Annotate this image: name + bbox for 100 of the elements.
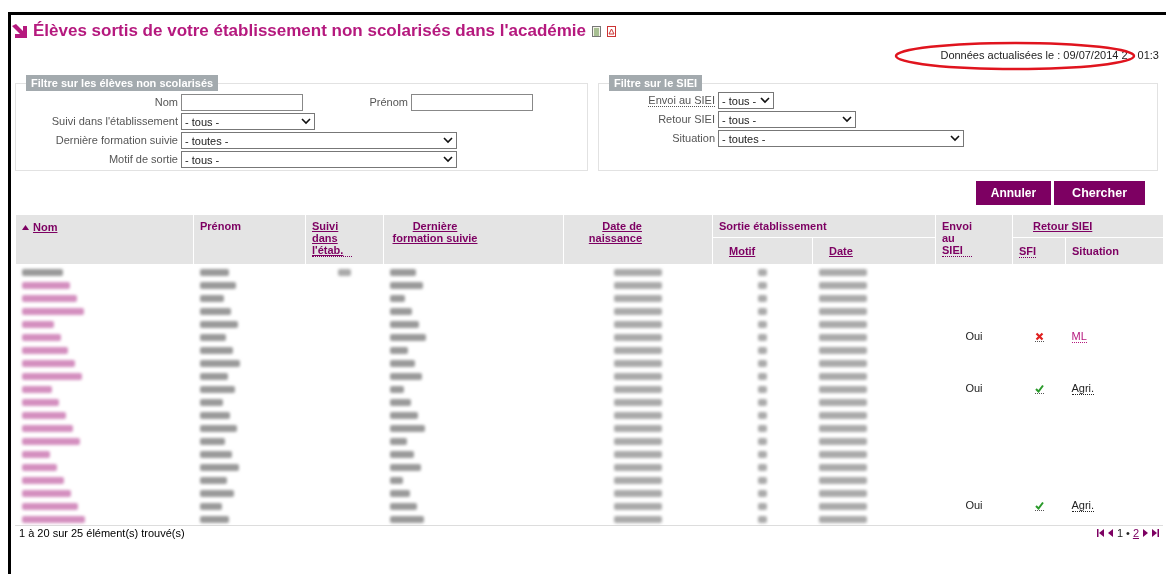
redacted-text (818, 268, 867, 276)
redacted-text (614, 424, 662, 432)
redacted-text (199, 411, 230, 419)
redacted-text (389, 450, 414, 458)
text-field[interactable] (181, 94, 303, 111)
dropdown[interactable]: - toutes - (181, 132, 457, 149)
table-cell: Oui (965, 382, 983, 394)
caret-icon (301, 118, 311, 125)
redacted-text (614, 294, 662, 302)
redacted-text (818, 463, 867, 471)
column-header-link[interactable]: Retour SIEI (1033, 220, 1093, 232)
redacted-text (818, 398, 867, 406)
redacted-text (818, 359, 867, 367)
redacted-text (818, 411, 867, 419)
caret-icon (443, 137, 453, 144)
redacted-text (818, 489, 867, 497)
spreadsheet-icon[interactable] (592, 25, 601, 37)
redacted-text (199, 294, 224, 302)
redacted-text (199, 359, 240, 367)
column-header: SFI (1019, 245, 1037, 258)
redacted-text (389, 489, 410, 497)
redacted-text (199, 281, 236, 289)
next-page-icon[interactable] (1142, 529, 1149, 537)
dropdown[interactable]: - tous - (718, 111, 856, 128)
caret-icon (842, 116, 852, 123)
redacted-text (389, 502, 417, 510)
redacted-text (389, 385, 404, 393)
redacted-text (614, 411, 662, 419)
caret-icon (443, 156, 453, 163)
situation-abbreviation: Agri. (1071, 382, 1095, 395)
column-header-link[interactable]: Motif (729, 245, 756, 257)
redacted-text (614, 515, 662, 523)
field-label: Situation (672, 132, 715, 145)
dropdown[interactable]: - tous - (718, 92, 774, 109)
page-link[interactable]: 2 (1132, 527, 1139, 539)
redacted-text (818, 437, 867, 445)
redacted-text (199, 489, 234, 497)
redacted-text (614, 372, 662, 380)
redacted-text (389, 281, 423, 289)
redacted-text (614, 502, 662, 510)
sort-ascending-icon[interactable] (22, 225, 29, 230)
update-time: 01:3 (1137, 49, 1159, 61)
redacted-text (389, 463, 421, 471)
table-cell: Oui (965, 499, 983, 511)
panel-legend: Filtre sur le SIEI (609, 75, 703, 91)
field-label: Suivi dans l'établissement (51, 115, 178, 128)
redacted-text (818, 307, 867, 315)
dropdown[interactable]: - tous - (181, 151, 457, 168)
column-header: Envoi au SIEI (942, 220, 972, 257)
redacted-text (199, 320, 238, 328)
redacted-text (199, 372, 228, 380)
page-separator: • (1126, 527, 1130, 539)
redacted-text (614, 281, 662, 289)
last-page-icon[interactable] (1152, 529, 1159, 537)
redacted-text (818, 450, 867, 458)
text-field[interactable] (411, 94, 533, 111)
redacted-text (389, 333, 426, 341)
result-count: 1 à 20 sur 25 élément(s) trouvé(s) (19, 527, 185, 539)
redacted-text (614, 489, 662, 497)
redacted-text (614, 463, 662, 471)
redacted-text (389, 320, 419, 328)
dropdown[interactable]: - toutes - (718, 130, 964, 147)
search-button[interactable]: Chercher (1054, 181, 1145, 205)
redacted-text (614, 437, 662, 445)
situation-abbreviation: Agri. (1071, 499, 1095, 512)
previous-page-icon[interactable] (1106, 529, 1114, 537)
situation-link[interactable]: ML (1071, 330, 1087, 343)
redacted-text (199, 502, 222, 510)
first-page-icon[interactable] (1096, 529, 1104, 537)
redacted-text (818, 515, 867, 523)
redacted-text (614, 476, 662, 484)
table-cell: Oui (965, 330, 983, 342)
redacted-text (389, 398, 411, 406)
pdf-icon[interactable] (607, 25, 616, 37)
field-label: Prénom (368, 96, 408, 109)
column-header: Prénom (200, 220, 241, 232)
field-label: Retour SIEI (658, 113, 715, 126)
cancel-button[interactable]: Annuler (975, 181, 1052, 205)
redacted-text (199, 398, 223, 406)
field-label: Envoi au SIEI (648, 94, 715, 107)
redacted-text (389, 476, 403, 484)
redacted-text (389, 307, 412, 315)
redacted-text (389, 411, 418, 419)
redacted-text (614, 346, 662, 354)
field-label: Dernière formation suivie (55, 134, 178, 147)
redacted-text (818, 502, 867, 510)
redacted-text (199, 437, 225, 445)
column-header-link[interactable]: Date (829, 245, 853, 257)
redacted-text (389, 346, 408, 354)
redacted-text (199, 268, 229, 276)
current-page[interactable]: 1 (1116, 527, 1123, 539)
redacted-text (818, 372, 867, 380)
redacted-text (199, 346, 233, 354)
redacted-text (818, 385, 867, 393)
column-header: Situation (1072, 245, 1120, 257)
dropdown[interactable]: - tous - (181, 113, 315, 130)
redacted-text (818, 476, 867, 484)
redacted-text (818, 424, 867, 432)
column-header-link[interactable]: Nom (33, 221, 58, 233)
redacted-text (199, 476, 227, 484)
